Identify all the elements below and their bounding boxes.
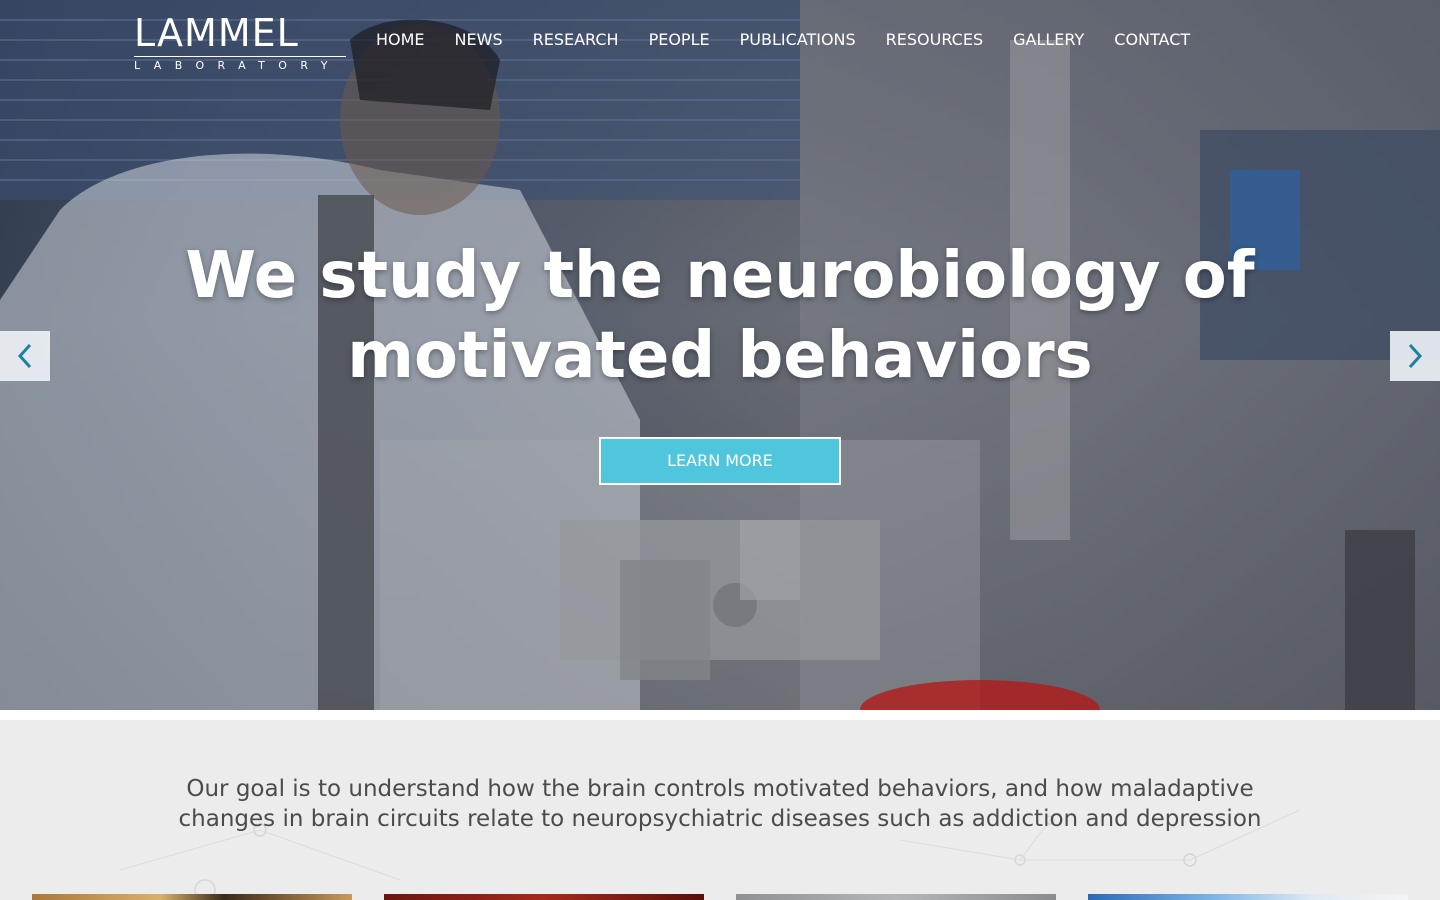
feature-tile-4[interactable]	[1088, 894, 1408, 900]
nav-item-publications[interactable]: PUBLICATIONS	[740, 30, 856, 50]
goal-line2: changes in brain circuits relate to neur…	[178, 806, 1262, 832]
nav-item-gallery[interactable]: GALLERY	[1013, 30, 1084, 50]
lab-logo[interactable]: LAMMEL LABORATORY	[134, 11, 348, 72]
slider-next-button[interactable]	[1390, 331, 1440, 381]
nav-item-research[interactable]: RESEARCH	[533, 30, 619, 50]
logo-wordmark: LAMMEL	[134, 11, 299, 55]
nav-item-resources[interactable]: RESOURCES	[886, 30, 983, 50]
intro-section: Our goal is to understand how the brain …	[0, 720, 1440, 900]
chevron-right-icon	[1408, 343, 1423, 369]
hero-headline-line1: We study the neurobiology of	[185, 239, 1255, 313]
hero-slider: LAMMEL LABORATORY HOME NEWS RESEARCH PEO…	[0, 0, 1440, 710]
nav-item-home[interactable]: HOME	[376, 30, 425, 50]
learn-more-button[interactable]: LEARN MORE	[599, 437, 841, 485]
feature-tile-2[interactable]	[384, 894, 704, 900]
goal-line1: Our goal is to understand how the brain …	[186, 776, 1254, 802]
feature-tile-3[interactable]	[736, 894, 1056, 900]
chevron-left-icon	[17, 343, 32, 369]
nav-item-news[interactable]: NEWS	[455, 30, 503, 50]
nav-item-contact[interactable]: CONTACT	[1114, 30, 1190, 50]
hero-headline: We study the neurobiology of motivated b…	[120, 236, 1320, 396]
logo-subtitle: LABORATORY	[134, 59, 341, 72]
feature-tile-1[interactable]	[32, 894, 352, 900]
nav-item-people[interactable]: PEOPLE	[649, 30, 710, 50]
main-nav: HOME NEWS RESEARCH PEOPLE PUBLICATIONS R…	[376, 30, 1190, 50]
slider-prev-button[interactable]	[0, 331, 50, 381]
lab-goal-statement: Our goal is to understand how the brain …	[100, 774, 1340, 834]
hero-headline-line2: motivated behaviors	[347, 319, 1093, 393]
logo-divider	[134, 56, 346, 57]
